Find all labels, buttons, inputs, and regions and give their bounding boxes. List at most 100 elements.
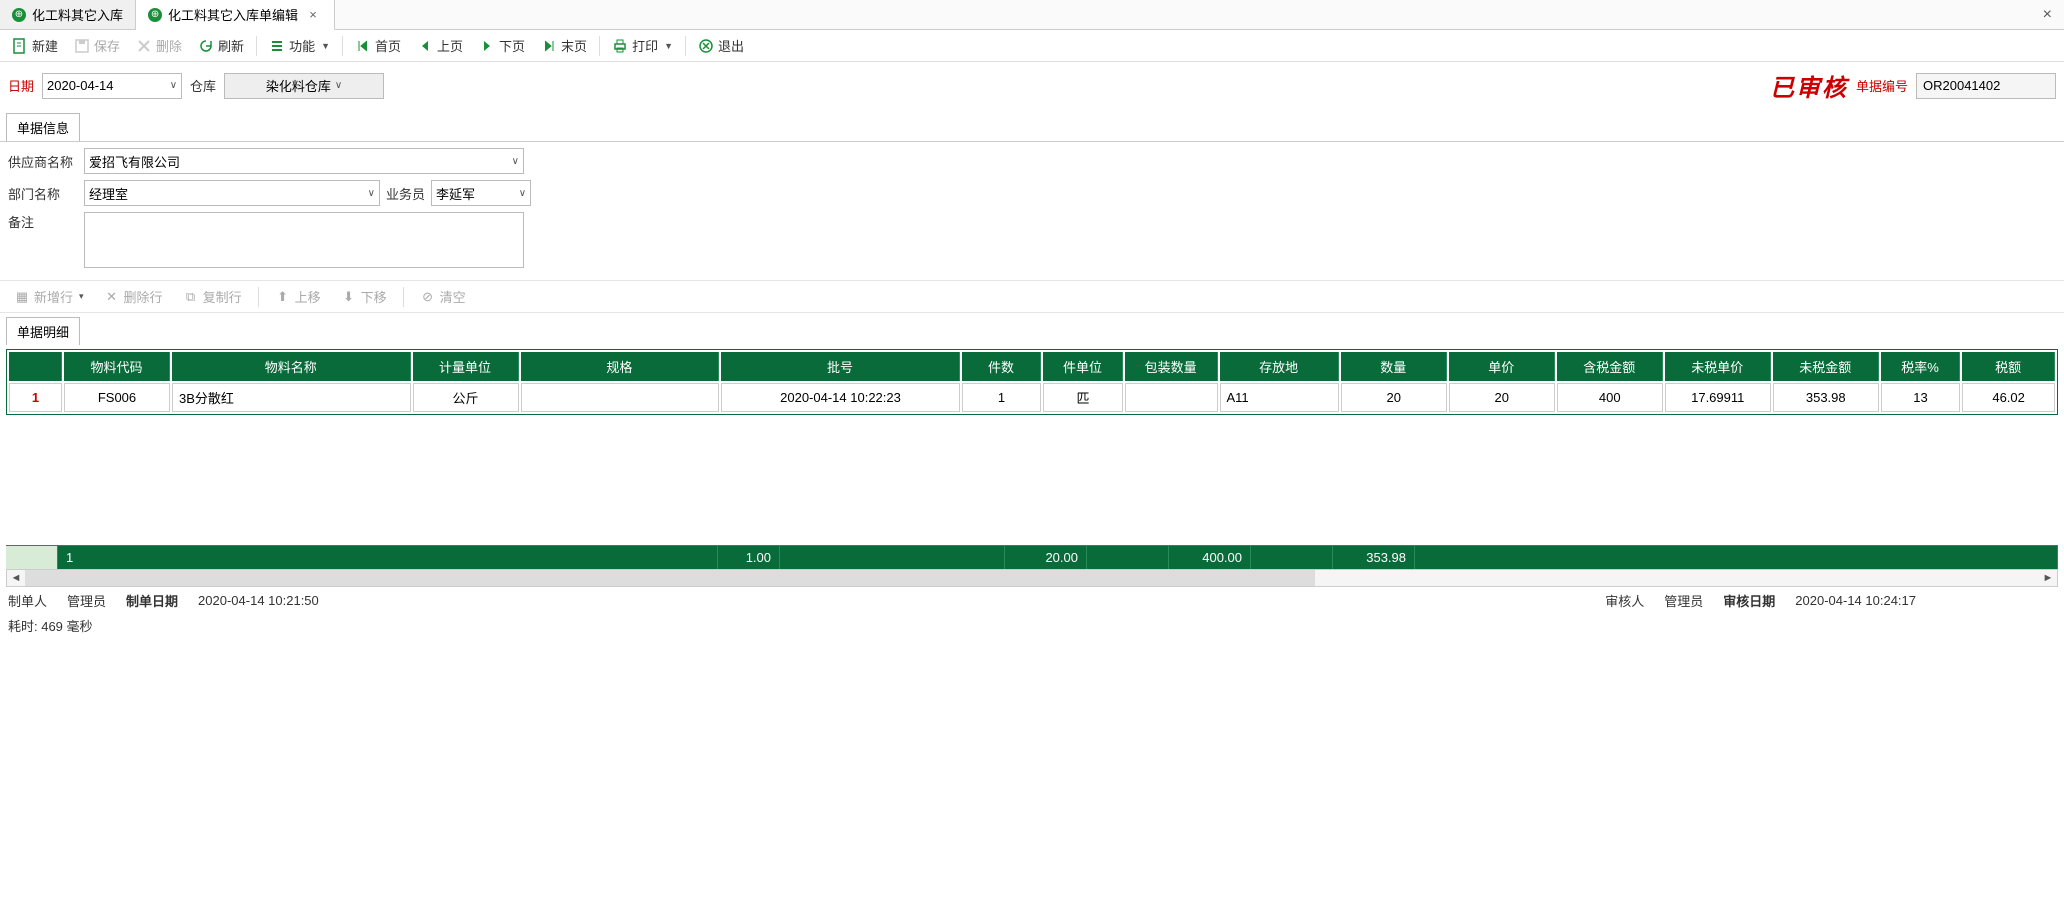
sum-count: 1 [58, 546, 718, 569]
dept-label: 部门名称 [8, 184, 78, 203]
cell-material-name[interactable]: 3B分散红 [172, 383, 411, 412]
col-batch[interactable]: 批号 [721, 352, 960, 381]
remark-label: 备注 [8, 212, 78, 231]
col-qty[interactable]: 数量 [1341, 352, 1447, 381]
col-piece-uom[interactable]: 件单位 [1043, 352, 1123, 381]
cell-tax-rate[interactable]: 13 [1881, 383, 1961, 412]
salesman-select[interactable]: 李延军 ∨ [431, 180, 531, 206]
maker-label: 制单人 [8, 591, 47, 610]
separator [599, 36, 600, 56]
chevron-down-icon: ∨ [519, 188, 526, 199]
next-label: 下页 [499, 36, 525, 55]
col-material-code[interactable]: 物料代码 [64, 352, 170, 381]
delete-button[interactable]: 删除 [130, 34, 188, 57]
warehouse-select[interactable]: 染化料仓库 ∨ [224, 73, 384, 99]
first-icon [355, 38, 371, 54]
col-amount-tax[interactable]: 含税金额 [1557, 352, 1663, 381]
cell-piece-uom[interactable]: 匹 [1043, 383, 1123, 412]
date-input[interactable]: 2020-04-14 ∨ [42, 73, 182, 99]
col-tax-amount[interactable]: 税额 [1962, 352, 2055, 381]
function-button[interactable]: 功能 ▼ [263, 34, 336, 57]
col-spec[interactable]: 规格 [521, 352, 720, 381]
cell-spec[interactable] [521, 383, 720, 412]
cell-material-code[interactable]: FS006 [64, 383, 170, 412]
save-button[interactable]: 保存 [68, 34, 126, 57]
sum-blank1 [780, 546, 1005, 569]
scroll-thumb[interactable] [25, 570, 1315, 586]
cell-qty[interactable]: 20 [1341, 383, 1447, 412]
separator [258, 287, 259, 307]
cell-location[interactable]: A11 [1220, 383, 1339, 412]
tab-bar: ⊕ 化工料其它入库 ⊕ 化工料其它入库单编辑 × × [0, 0, 2064, 30]
clear-button[interactable]: ⊘ 清空 [414, 285, 472, 308]
timing-text: 耗时: 469 毫秒 [0, 614, 2064, 637]
col-tax-rate[interactable]: 税率% [1881, 352, 1961, 381]
separator [403, 287, 404, 307]
main-toolbar: 新建 保存 删除 刷新 功能 ▼ 首页 上页 下页 末页 打印 ▼ [0, 30, 2064, 62]
new-button[interactable]: 新建 [6, 34, 64, 57]
supplier-select[interactable]: 爱招飞有限公司 ∨ [84, 148, 524, 174]
table-row[interactable]: 1 FS006 3B分散红 公斤 2020-04-14 10:22:23 1 匹… [9, 383, 2055, 412]
move-up-label: 上移 [295, 287, 321, 306]
date-label: 日期 [8, 76, 34, 95]
col-location[interactable]: 存放地 [1220, 352, 1339, 381]
cell-amount-tax[interactable]: 400 [1557, 383, 1663, 412]
add-row-button[interactable]: ▦ 新增行 ▾ [8, 285, 90, 308]
add-row-label: 新增行 [34, 287, 73, 306]
copy-row-button[interactable]: ⧉ 复制行 [177, 285, 248, 308]
move-up-button[interactable]: ⬆ 上移 [269, 285, 327, 308]
header-row: 物料代码 物料名称 计量单位 规格 批号 件数 件单位 包装数量 存放地 数量 … [9, 352, 2055, 381]
detail-toolbar: ▦ 新增行 ▾ ✕ 删除行 ⧉ 复制行 ⬆ 上移 ⬇ 下移 ⊘ 清空 [0, 280, 2064, 313]
globe-icon: ⊕ [12, 8, 26, 22]
col-material-name[interactable]: 物料名称 [172, 352, 411, 381]
refresh-button[interactable]: 刷新 [192, 34, 250, 57]
cell-amount-notax[interactable]: 353.98 [1773, 383, 1879, 412]
warehouse-label: 仓库 [190, 76, 216, 95]
tab-label: 化工料其它入库单编辑 [168, 5, 298, 24]
delete-row-icon: ✕ [104, 289, 120, 305]
tab-edit[interactable]: ⊕ 化工料其它入库单编辑 × [136, 0, 335, 30]
col-price[interactable]: 单价 [1449, 352, 1555, 381]
cell-batch[interactable]: 2020-04-14 10:22:23 [721, 383, 960, 412]
window-close-button[interactable]: × [2031, 0, 2064, 29]
exit-button[interactable]: 退出 [692, 34, 750, 57]
col-uom[interactable]: 计量单位 [413, 352, 519, 381]
col-pack-qty[interactable]: 包装数量 [1125, 352, 1218, 381]
next-page-button[interactable]: 下页 [473, 34, 531, 57]
prev-page-button[interactable]: 上页 [411, 34, 469, 57]
info-section-tab[interactable]: 单据信息 [6, 113, 80, 141]
detail-section-tab[interactable]: 单据明细 [6, 317, 80, 345]
cell-tax-amount[interactable]: 46.02 [1962, 383, 2055, 412]
col-price-notax[interactable]: 未税单价 [1665, 352, 1771, 381]
remark-input[interactable] [84, 212, 524, 268]
tab-inventory[interactable]: ⊕ 化工料其它入库 [0, 0, 136, 29]
chevron-down-icon: ∨ [368, 188, 375, 199]
col-piece-qty[interactable]: 件数 [962, 352, 1042, 381]
col-amount-notax[interactable]: 未税金额 [1773, 352, 1879, 381]
first-page-button[interactable]: 首页 [349, 34, 407, 57]
sum-amount-notax: 353.98 [1333, 546, 1415, 569]
last-page-button[interactable]: 末页 [535, 34, 593, 57]
cell-price[interactable]: 20 [1449, 383, 1555, 412]
cell-uom[interactable]: 公斤 [413, 383, 519, 412]
horizontal-scrollbar[interactable]: ◄ ► [6, 569, 2058, 587]
doc-no-input[interactable] [1916, 73, 2056, 99]
info-form: 供应商名称 爱招飞有限公司 ∨ 部门名称 经理室 ∨ 业务员 李延军 ∨ 备注 [0, 141, 2064, 280]
move-down-button[interactable]: ⬇ 下移 [335, 285, 393, 308]
close-icon[interactable]: × [304, 6, 322, 24]
cell-price-notax[interactable]: 17.69911 [1665, 383, 1771, 412]
new-label: 新建 [32, 36, 58, 55]
row-number: 1 [9, 383, 62, 412]
detail-grid[interactable]: 物料代码 物料名称 计量单位 规格 批号 件数 件单位 包装数量 存放地 数量 … [6, 349, 2058, 415]
copy-row-label: 复制行 [203, 287, 242, 306]
delete-row-button[interactable]: ✕ 删除行 [98, 285, 169, 308]
status-bar: 制单人 管理员 制单日期 2020-04-14 10:21:50 审核人 管理员… [0, 587, 2064, 614]
scroll-left-icon[interactable]: ◄ [7, 570, 25, 586]
scroll-right-icon[interactable]: ► [2039, 570, 2057, 586]
dept-select[interactable]: 经理室 ∨ [84, 180, 380, 206]
save-label: 保存 [94, 36, 120, 55]
cell-piece-qty[interactable]: 1 [962, 383, 1042, 412]
print-button[interactable]: 打印 ▼ [606, 34, 679, 57]
next-icon [479, 38, 495, 54]
cell-pack-qty[interactable] [1125, 383, 1218, 412]
